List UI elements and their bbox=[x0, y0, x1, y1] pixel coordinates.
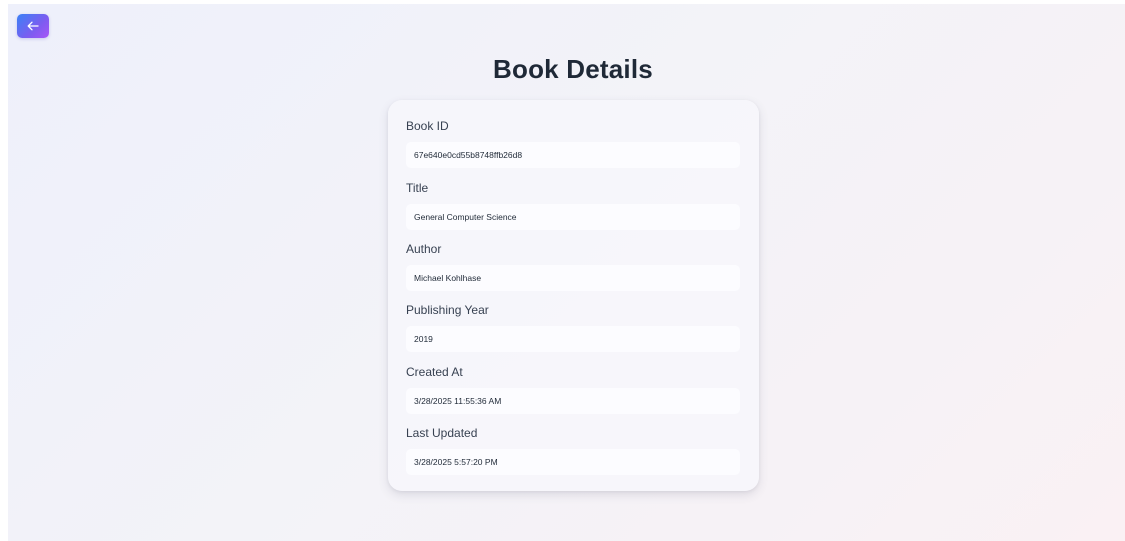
author-value: Michael Kohlhase bbox=[406, 265, 740, 291]
author-label: Author bbox=[406, 242, 442, 256]
last-updated-field: Last Updated 3/28/2025 5:57:20 PM bbox=[406, 425, 740, 475]
created-at-label: Created At bbox=[406, 365, 463, 379]
arrow-left-icon bbox=[27, 21, 39, 31]
book-id-label: Book ID bbox=[406, 119, 449, 133]
title-value: General Computer Science bbox=[406, 204, 740, 230]
publishing-year-field: Publishing Year 2019 bbox=[406, 302, 740, 352]
created-at-value: 3/28/2025 11:55:36 AM bbox=[406, 388, 740, 414]
created-at-field: Created At 3/28/2025 11:55:36 AM bbox=[406, 364, 740, 414]
publishing-year-value: 2019 bbox=[406, 326, 740, 352]
book-id-field: Book ID 67e640e0cd55b8748ffb26d8 bbox=[406, 118, 740, 168]
author-field: Author Michael Kohlhase bbox=[406, 241, 740, 291]
page-background: Book Details Book ID 67e640e0cd55b8748ff… bbox=[8, 4, 1125, 541]
last-updated-value: 3/28/2025 5:57:20 PM bbox=[406, 449, 740, 475]
title-label: Title bbox=[406, 181, 429, 195]
book-id-value: 67e640e0cd55b8748ffb26d8 bbox=[406, 142, 740, 168]
publishing-year-label: Publishing Year bbox=[406, 303, 489, 317]
title-field: Title General Computer Science bbox=[406, 180, 740, 230]
last-updated-label: Last Updated bbox=[406, 426, 478, 440]
book-details-card: Book ID 67e640e0cd55b8748ffb26d8 Title G… bbox=[388, 100, 759, 491]
back-button[interactable] bbox=[17, 14, 49, 38]
page-title: Book Details bbox=[493, 54, 653, 84]
